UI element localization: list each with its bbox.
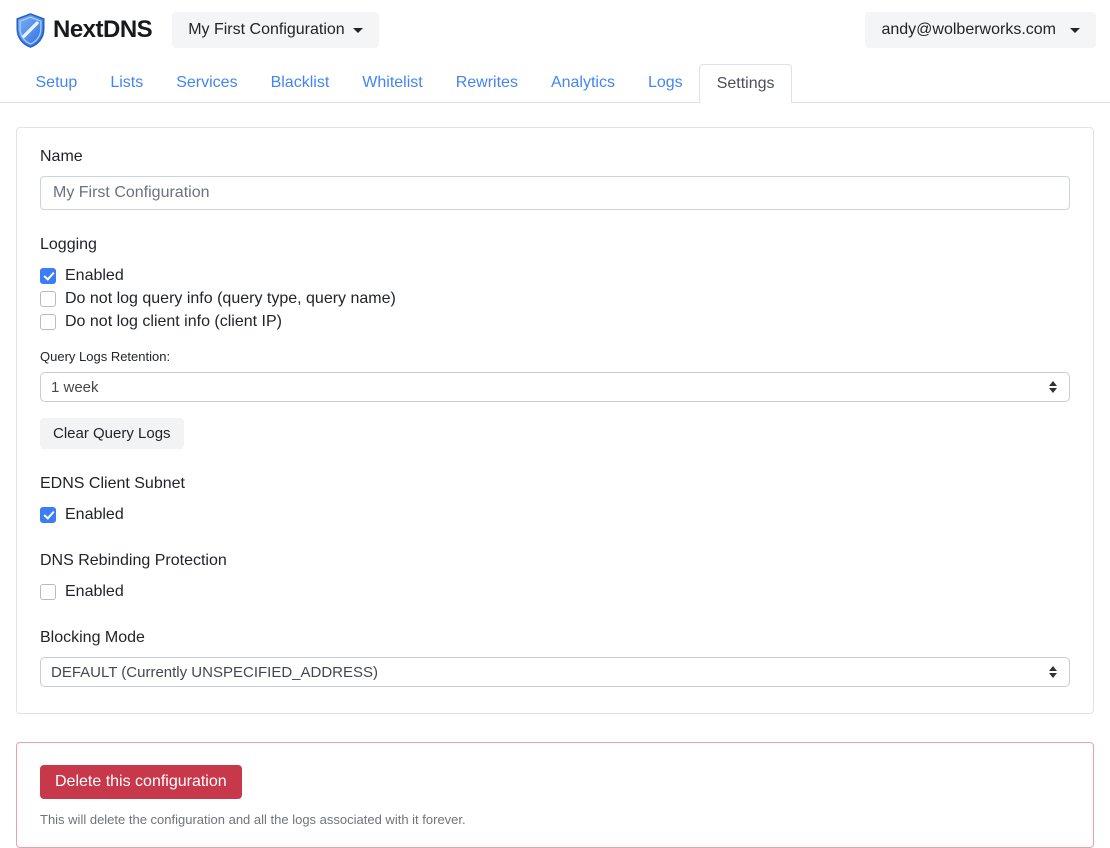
tab-rewrites[interactable]: Rewrites — [439, 64, 534, 102]
checkbox-label: Enabled — [65, 583, 124, 601]
tab-blacklist[interactable]: Blacklist — [254, 64, 346, 102]
edns-label: EDNS Client Subnet — [40, 475, 1070, 493]
brand-logo[interactable]: NextDNS — [14, 12, 152, 49]
rebinding-enabled-row: Enabled — [40, 580, 1070, 603]
tab-logs[interactable]: Logs — [631, 64, 699, 102]
configuration-selector-label: My First Configuration — [188, 21, 345, 39]
account-email: andy@wolberworks.com — [881, 21, 1056, 39]
tab-setup[interactable]: Setup — [19, 64, 94, 102]
retention-select-value: 1 week — [51, 379, 99, 396]
delete-warning-text: This will delete the configuration and a… — [40, 812, 1070, 827]
chevron-down-icon — [353, 28, 363, 33]
name-label: Name — [40, 148, 1070, 166]
logging-enabled-checkbox[interactable] — [40, 268, 56, 284]
checkbox-label: Do not log query info (query type, query… — [65, 290, 396, 308]
logging-label: Logging — [40, 236, 1070, 254]
blocking-mode-section: Blocking Mode DEFAULT (Currently UNSPECI… — [40, 629, 1070, 687]
chevron-down-icon — [1070, 28, 1080, 33]
rebinding-enabled-checkbox[interactable] — [40, 584, 56, 600]
edns-enabled-checkbox[interactable] — [40, 507, 56, 523]
no-client-info-checkbox[interactable] — [40, 314, 56, 330]
select-arrows-icon — [1049, 381, 1057, 393]
tab-services[interactable]: Services — [160, 64, 254, 102]
checkbox-label: Enabled — [65, 506, 124, 524]
tab-lists[interactable]: Lists — [94, 64, 160, 102]
edns-enabled-row: Enabled — [40, 503, 1070, 526]
tab-settings[interactable]: Settings — [699, 64, 792, 103]
logging-section: Logging Enabled Do not log query info (q… — [40, 236, 1070, 449]
no-query-info-row: Do not log query info (query type, query… — [40, 287, 1070, 310]
page-content: Name Logging Enabled Do not log query in… — [0, 127, 1110, 848]
tab-analytics[interactable]: Analytics — [534, 64, 631, 102]
app-header: NextDNS My First Configuration andy@wolb… — [0, 0, 1110, 60]
no-client-info-row: Do not log client info (client IP) — [40, 310, 1070, 333]
settings-card: Name Logging Enabled Do not log query in… — [16, 127, 1094, 714]
blocking-mode-select-value: DEFAULT (Currently UNSPECIFIED_ADDRESS) — [51, 664, 378, 681]
brand-name: NextDNS — [53, 16, 152, 44]
retention-select[interactable]: 1 week — [40, 372, 1070, 402]
name-section: Name — [40, 148, 1070, 210]
delete-configuration-button[interactable]: Delete this configuration — [40, 765, 242, 799]
blocking-mode-select[interactable]: DEFAULT (Currently UNSPECIFIED_ADDRESS) — [40, 657, 1070, 687]
edns-section: EDNS Client Subnet Enabled — [40, 475, 1070, 526]
select-arrows-icon — [1049, 666, 1057, 678]
rebinding-label: DNS Rebinding Protection — [40, 552, 1070, 570]
account-menu-button[interactable]: andy@wolberworks.com — [865, 12, 1096, 48]
retention-label: Query Logs Retention: — [40, 349, 1070, 364]
blocking-mode-label: Blocking Mode — [40, 629, 1070, 647]
shield-icon — [14, 12, 47, 49]
configuration-name-input[interactable] — [40, 176, 1070, 210]
checkbox-label: Enabled — [65, 267, 124, 285]
checkbox-label: Do not log client info (client IP) — [65, 313, 282, 331]
rebinding-section: DNS Rebinding Protection Enabled — [40, 552, 1070, 603]
logging-enabled-row: Enabled — [40, 264, 1070, 287]
clear-query-logs-button[interactable]: Clear Query Logs — [40, 418, 184, 449]
danger-zone-card: Delete this configuration This will dele… — [16, 742, 1094, 848]
tab-whitelist[interactable]: Whitelist — [346, 64, 439, 102]
no-query-info-checkbox[interactable] — [40, 291, 56, 307]
configuration-selector[interactable]: My First Configuration — [172, 12, 379, 48]
main-nav-tabs: Setup Lists Services Blacklist Whitelist… — [0, 64, 1110, 103]
